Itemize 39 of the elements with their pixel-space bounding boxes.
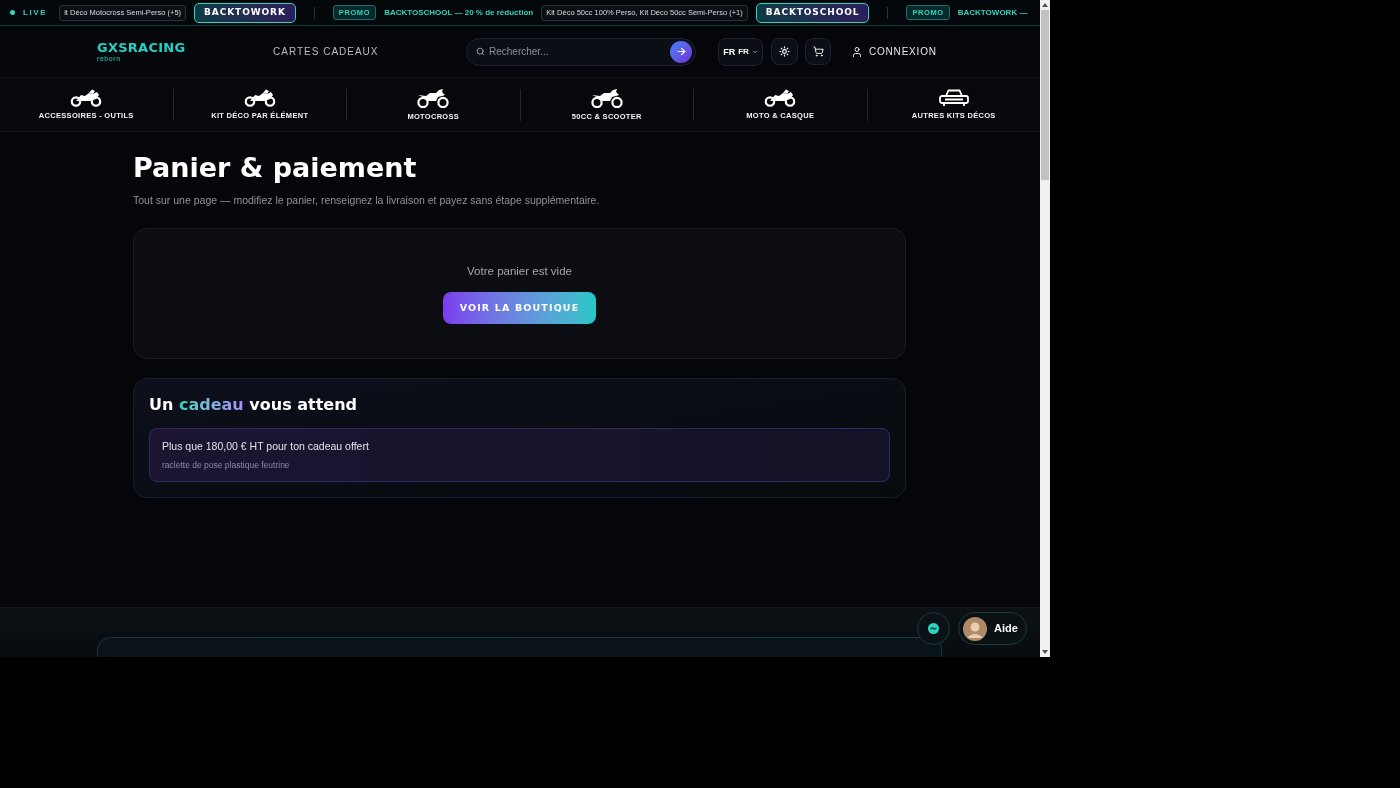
shop-button[interactable]: VOIR LA BOUTIQUE: [443, 292, 596, 324]
car-icon: [938, 89, 969, 107]
cart-icon: [812, 46, 824, 57]
dirt-bike-icon: [417, 88, 450, 108]
logo-wordmark[interactable]: GXSRACING: [97, 40, 273, 55]
scrollbar-thumb[interactable]: [1041, 10, 1049, 180]
caret-icon: [751, 48, 758, 55]
scrollbar[interactable]: [1040, 0, 1050, 657]
motorcycle-icon: [70, 89, 103, 107]
sun-icon: [779, 46, 790, 57]
scroll-down-icon[interactable]: [1042, 650, 1048, 654]
avatar-icon: [963, 616, 987, 641]
motorcycle-icon: [243, 89, 276, 107]
page-subtitle: Tout sur une page — modifiez le panier, renseignez la livraison et payez sans étape supplémentaire.: [133, 193, 601, 207]
page-title: Panier & paiement: [133, 151, 418, 185]
search-submit-button[interactable]: [670, 40, 692, 63]
cart-button[interactable]: [805, 38, 831, 65]
promo-code-button[interactable]: BACKTOWORK: [194, 2, 296, 23]
empty-cart-message: Votre panier est vide: [467, 264, 572, 278]
gift-name: raclette de pose plastique feutrine: [162, 459, 291, 471]
promo-offer-text: BACKTOWORK —: [957, 7, 1028, 18]
promo-code-button[interactable]: BACKTOSCHOOL: [755, 2, 870, 23]
gift-cards-link[interactable]: CARTES CADEAUX: [273, 45, 466, 58]
search-icon: [476, 47, 485, 56]
round-logo-icon: [928, 623, 939, 634]
promo-offer-text: BACKTOSCHOOL — 20 % de réduction: [384, 7, 534, 18]
scroll-up-icon[interactable]: [1042, 3, 1048, 7]
gift-title: Un cadeau vous attend: [149, 394, 359, 416]
login-link[interactable]: CONNEXION: [851, 45, 937, 58]
live-label: LIVE: [23, 7, 48, 18]
dirt-bike-icon: [590, 88, 623, 108]
language-selector[interactable]: FR FR: [718, 37, 763, 66]
search-field[interactable]: Rechercher...: [466, 37, 696, 66]
search-input[interactable]: Rechercher...: [489, 44, 670, 59]
user-icon: [851, 45, 863, 58]
arrow-right-icon: [675, 46, 687, 57]
gift-progress-message: Plus que 180,00 € HT pour ton cadeau offert: [162, 439, 370, 453]
theme-toggle-button[interactable]: [771, 38, 798, 65]
motorcycle-icon: [764, 89, 797, 107]
